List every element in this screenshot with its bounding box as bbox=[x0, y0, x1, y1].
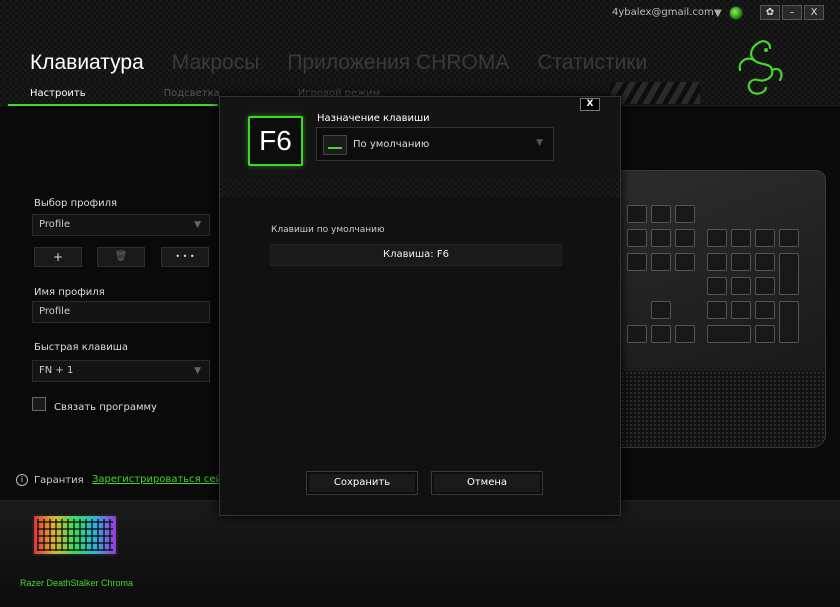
profile-name-input[interactable]: Profile bbox=[32, 301, 210, 323]
keyboard-key[interactable] bbox=[755, 325, 775, 343]
keyboard-key[interactable] bbox=[651, 253, 671, 271]
keyboard-key[interactable] bbox=[707, 277, 727, 295]
settings-button[interactable]: ✿ bbox=[760, 5, 780, 20]
default-function-icon bbox=[323, 135, 347, 155]
keyboard-key[interactable] bbox=[731, 253, 751, 271]
close-button[interactable]: X bbox=[804, 5, 824, 20]
more-options-button[interactable]: • • • bbox=[161, 247, 209, 267]
chevron-down-icon: ▼ bbox=[536, 138, 543, 148]
keyboard-key[interactable] bbox=[731, 301, 751, 319]
keyboard-key[interactable] bbox=[707, 301, 727, 319]
delete-profile-button[interactable]: 🗑 bbox=[97, 247, 145, 267]
keyboard-key[interactable] bbox=[651, 325, 671, 343]
key-assignment-label: Назначение клавиши bbox=[317, 113, 430, 124]
minimize-button[interactable]: – bbox=[782, 5, 802, 20]
account-email[interactable]: 4ybalex@gmail.com bbox=[612, 7, 714, 18]
subtab-lighting[interactable]: Подсветка bbox=[164, 88, 220, 99]
keyboard-key[interactable] bbox=[707, 253, 727, 271]
hotkey-label: Быстрая клавиша bbox=[34, 342, 128, 353]
profile-name-value: Profile bbox=[39, 306, 71, 317]
keyboard-key[interactable] bbox=[627, 205, 647, 223]
default-keys-label: Клавиши по умолчанию bbox=[271, 225, 385, 235]
device-bar bbox=[0, 500, 840, 607]
device-name[interactable]: Razer DeathStalker Chroma bbox=[20, 578, 133, 588]
keyboard-key[interactable] bbox=[707, 229, 727, 247]
keyboard-key[interactable] bbox=[755, 229, 775, 247]
key-assignment-value: По умолчанию bbox=[353, 139, 430, 150]
keyboard-key[interactable] bbox=[675, 229, 695, 247]
wrist-rest bbox=[617, 371, 825, 447]
key-assignment-select[interactable]: По умолчанию ▼ bbox=[316, 127, 554, 161]
active-subtab-indicator bbox=[8, 104, 218, 106]
profile-select[interactable]: Profile ▼ bbox=[32, 214, 210, 236]
save-button[interactable]: Сохранить bbox=[306, 471, 418, 495]
device-thumbnail[interactable] bbox=[32, 514, 118, 556]
keyboard-key[interactable] bbox=[627, 253, 647, 271]
keyboard-key[interactable] bbox=[755, 277, 775, 295]
main-nav: Клавиатура Макросы Приложения CHROMA Ста… bbox=[30, 51, 647, 75]
tab-stats[interactable]: Статистики bbox=[537, 51, 647, 75]
keyboard-key[interactable] bbox=[779, 253, 799, 295]
keyboard-key[interactable] bbox=[779, 301, 799, 343]
window-controls: ✿ – X bbox=[760, 5, 824, 20]
key-assignment-dialog: X F6 Назначение клавиши По умолчанию ▼ К… bbox=[219, 96, 621, 516]
keyboard-key[interactable] bbox=[651, 229, 671, 247]
profile-select-label: Выбор профиля bbox=[34, 198, 118, 209]
dialog-close-button[interactable]: X bbox=[580, 98, 600, 111]
hotkey-value: FN + 1 bbox=[39, 365, 74, 376]
keyboard-key[interactable] bbox=[731, 277, 751, 295]
tab-keyboard[interactable]: Клавиатура bbox=[30, 51, 144, 75]
selected-key-tile: F6 bbox=[248, 116, 303, 166]
profile-name-label: Имя профиля bbox=[34, 287, 105, 298]
tab-chroma-apps[interactable]: Приложения CHROMA bbox=[287, 51, 509, 75]
warranty-label: Гарантия bbox=[34, 474, 84, 486]
keyboard-key[interactable] bbox=[675, 325, 695, 343]
trash-icon: 🗑 bbox=[114, 251, 128, 262]
default-key-field: Клавиша: F6 bbox=[270, 244, 562, 266]
keyboard-key[interactable] bbox=[651, 301, 671, 319]
chevron-down-icon: ▼ bbox=[194, 220, 201, 230]
warranty: i Гарантия bbox=[16, 474, 84, 486]
tab-macros[interactable]: Макросы bbox=[172, 51, 260, 75]
keyboard-key[interactable] bbox=[707, 325, 751, 343]
dialog-separator bbox=[220, 179, 620, 197]
keyboard-key[interactable] bbox=[651, 205, 671, 223]
chevron-down-icon: ▼ bbox=[194, 366, 201, 376]
link-program-checkbox[interactable] bbox=[32, 397, 46, 411]
register-link[interactable]: Зарегистрироваться сей bbox=[92, 474, 222, 485]
keyboard-image bbox=[616, 170, 826, 448]
keyboard-key[interactable] bbox=[675, 205, 695, 223]
subtab-customize[interactable]: Настроить bbox=[30, 88, 86, 99]
decorative-stripes bbox=[610, 82, 700, 104]
hotkey-select[interactable]: FN + 1 ▼ bbox=[32, 360, 210, 382]
razer-logo-icon bbox=[738, 40, 783, 95]
keyboard-key[interactable] bbox=[779, 229, 799, 247]
link-program-label: Связать программу bbox=[54, 402, 157, 413]
keyboard-key[interactable] bbox=[755, 301, 775, 319]
synapse-status-icon[interactable] bbox=[729, 6, 743, 20]
keyboard-key[interactable] bbox=[675, 253, 695, 271]
keyboard-key[interactable] bbox=[731, 229, 751, 247]
info-icon: i bbox=[16, 474, 28, 486]
profile-select-value: Profile bbox=[39, 219, 71, 230]
add-profile-button[interactable]: + bbox=[34, 247, 82, 267]
keyboard-key[interactable] bbox=[627, 325, 647, 343]
keyboard-key[interactable] bbox=[755, 253, 775, 271]
cancel-button[interactable]: Отмена bbox=[431, 471, 543, 495]
account-dropdown-icon[interactable]: ▼ bbox=[714, 8, 722, 19]
keyboard-key[interactable] bbox=[627, 229, 647, 247]
